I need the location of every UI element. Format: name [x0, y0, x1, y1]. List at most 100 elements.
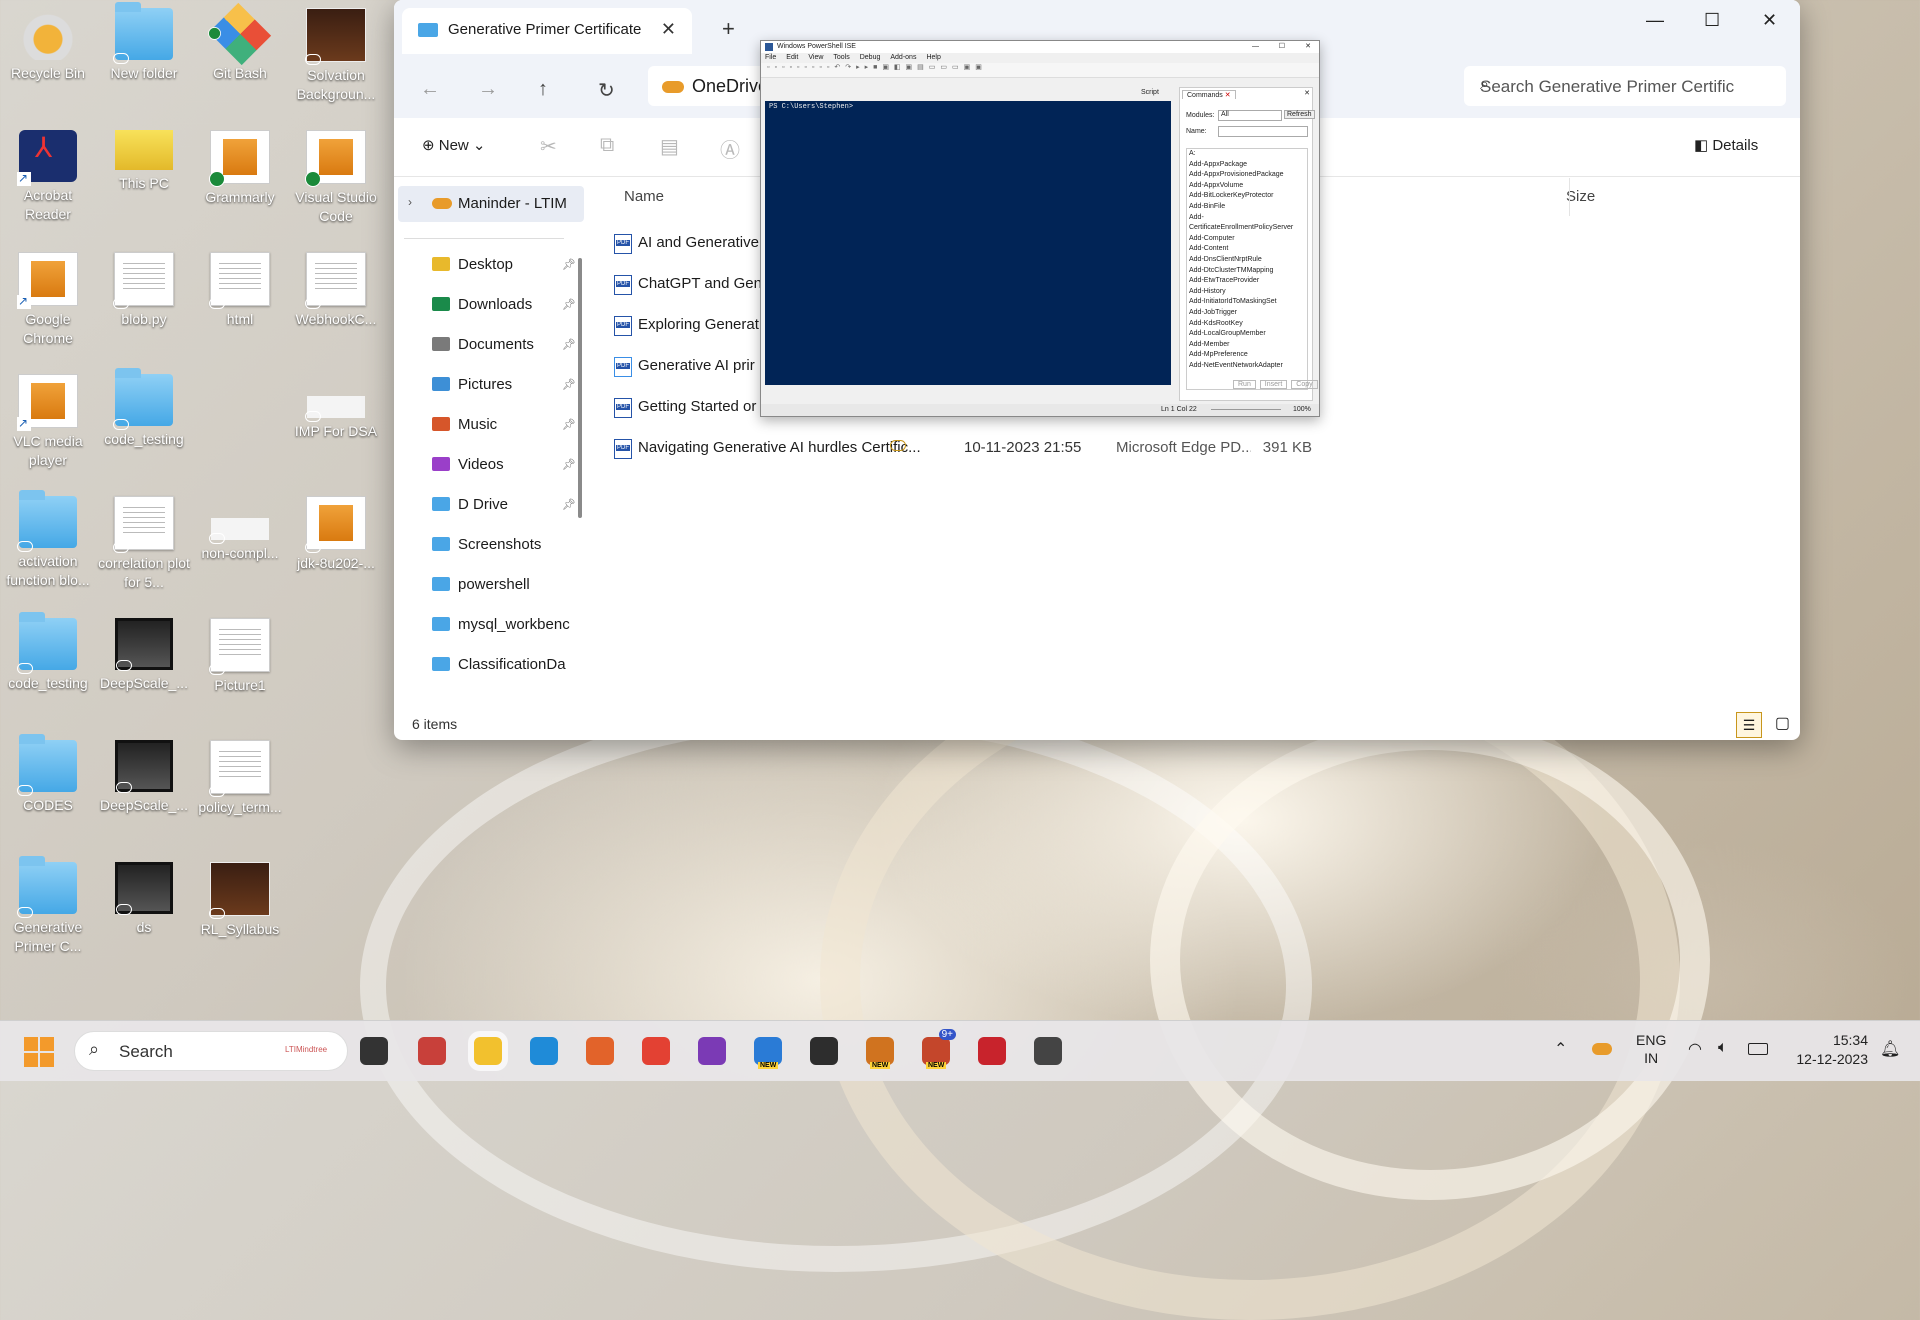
desktop-icon[interactable]: activation function blo...: [0, 490, 96, 590]
sidebar-item-onedrive[interactable]: › Maninder - LTIM: [398, 186, 584, 222]
store-icon[interactable]: [586, 1037, 614, 1065]
volume-icon[interactable]: 🔈︎: [1718, 1039, 1728, 1099]
new-tab-button[interactable]: +: [722, 16, 735, 42]
desktop-icon[interactable]: code_testing: [96, 368, 192, 449]
forward-arrow-icon[interactable]: →: [478, 78, 498, 101]
sidebar-item-desktop[interactable]: Desktop 📌︎: [432, 256, 582, 288]
address-bar[interactable]: OneDrive: [648, 66, 768, 106]
desktop-icon[interactable]: WebhookC...: [288, 248, 384, 329]
ise-toolbar-icons[interactable]: ▫▫▫▫▫▫▫▫▫↶↷▸▸■▣◧▣▤▭▭▭▣▣: [767, 64, 987, 71]
zoom-slider[interactable]: [1211, 409, 1281, 410]
ise-menu-view[interactable]: View: [808, 54, 823, 61]
close-tab-icon[interactable]: ✕: [661, 19, 676, 40]
notification-bell-icon[interactable]: 🔔︎: [1880, 1039, 1900, 1099]
ise-menu-edit[interactable]: Edit: [786, 54, 798, 61]
desktop-icon[interactable]: code_testing: [0, 612, 96, 693]
close-commands-icon[interactable]: ✕: [1225, 92, 1231, 99]
start-button[interactable]: [24, 1037, 54, 1067]
teams-icon[interactable]: 9+ NEW: [922, 1029, 956, 1069]
desktop-icon[interactable]: Picture1: [192, 614, 288, 695]
minimize-button[interactable]: —: [1646, 10, 1664, 31]
acrobat-icon[interactable]: [978, 1037, 1006, 1065]
list-item[interactable]: Add-BinFile: [1189, 202, 1307, 213]
list-item[interactable]: Add-Computer: [1189, 234, 1307, 245]
commands-tab[interactable]: Commands ✕: [1182, 90, 1236, 99]
edge-icon[interactable]: [530, 1037, 558, 1065]
desktop-icon[interactable]: DeepScale_...: [96, 614, 192, 693]
file-explorer-icon[interactable]: [468, 1031, 508, 1071]
desktop-icon[interactable]: ds: [96, 858, 192, 937]
name-input[interactable]: [1218, 126, 1308, 137]
up-arrow-icon[interactable]: ↑: [538, 78, 548, 101]
ise-menu-debug[interactable]: Debug: [860, 54, 881, 61]
new-button[interactable]: ⊕ New ⌄: [422, 136, 486, 154]
close-pane-icon[interactable]: ✕: [1304, 89, 1310, 97]
ise-maximize-button[interactable]: ☐: [1279, 41, 1285, 53]
sidebar-item-mysql-workbenc[interactable]: mysql_workbenc: [432, 616, 582, 648]
clock[interactable]: 15:34 12-12-2023: [1786, 1031, 1868, 1091]
refresh-icon[interactable]: ↻: [598, 78, 615, 103]
desktop-icon[interactable]: jdk-8u202-...: [288, 492, 384, 573]
teams-meet-icon[interactable]: [418, 1037, 446, 1065]
chevron-right-icon[interactable]: ›: [408, 195, 412, 209]
desktop-icon[interactable]: IMP For DSA: [288, 370, 384, 441]
modules-select[interactable]: All: [1218, 110, 1282, 121]
details-view-icon[interactable]: ☰: [1736, 712, 1762, 738]
onenote-icon[interactable]: [698, 1037, 726, 1065]
list-item[interactable]: Add-LocalGroupMember: [1189, 329, 1307, 340]
rename-icon[interactable]: Ⓐ: [720, 134, 740, 163]
outlook-icon[interactable]: NEW: [866, 1037, 894, 1069]
taskbar-search[interactable]: ⌕ Search LTIMindtree: [74, 1031, 348, 1071]
back-arrow-icon[interactable]: ←: [420, 78, 440, 101]
list-item[interactable]: Add-History: [1189, 287, 1307, 298]
list-item[interactable]: Add-KdsRootKey: [1189, 319, 1307, 330]
ise-menu-file[interactable]: File: [765, 54, 776, 61]
script-toggle[interactable]: Script: [1141, 89, 1159, 96]
paste-icon[interactable]: ▤: [660, 134, 679, 159]
onedrive-tray-icon[interactable]: [1592, 1043, 1612, 1055]
sidebar-item-music[interactable]: Music 📌︎: [432, 416, 582, 448]
desktop-icon[interactable]: Google Chrome: [0, 248, 96, 348]
close-button[interactable]: ✕: [1762, 10, 1777, 31]
column-header-name[interactable]: Name: [624, 188, 664, 205]
insert-button[interactable]: Insert: [1259, 380, 1288, 389]
desktop-icon[interactable]: Grammarly: [192, 126, 288, 207]
desktop-icon[interactable]: VLC media player: [0, 370, 96, 470]
chrome-icon[interactable]: [642, 1037, 670, 1065]
list-item[interactable]: Add-InitiatorIdToMaskingSet: [1189, 297, 1307, 308]
list-item[interactable]: Add-MpPreference: [1189, 350, 1307, 361]
copy-button[interactable]: Copy: [1291, 380, 1318, 389]
desktop-icon[interactable]: Git Bash: [192, 2, 288, 83]
battery-icon[interactable]: [1748, 1043, 1768, 1055]
commands-list[interactable]: A: Add-AppxPackage Add-AppxProvisionedPac…: [1186, 148, 1308, 390]
desktop-icon[interactable]: html: [192, 248, 288, 329]
scrollbar[interactable]: [578, 258, 582, 518]
tab-generative-primer[interactable]: Generative Primer Certificate ✕: [402, 8, 692, 54]
list-item[interactable]: Add-AppxProvisionedPackage: [1189, 170, 1307, 181]
ise-minimize-button[interactable]: —: [1252, 41, 1259, 53]
sidebar-item-powershell[interactable]: powershell: [432, 576, 582, 608]
desktop-icon[interactable]: blob.py: [96, 248, 192, 329]
list-item[interactable]: Add-DtcClusterTMMapping: [1189, 266, 1307, 277]
list-item[interactable]: Add-CertificateEnrollmentPolicyServer: [1189, 213, 1307, 234]
task-view-icon[interactable]: [360, 1037, 388, 1065]
desktop-icon[interactable]: policy_term...: [192, 736, 288, 817]
desktop-icon[interactable]: Generative Primer C...: [0, 856, 96, 956]
list-item[interactable]: Add-Content: [1189, 244, 1307, 255]
desktop-icon[interactable]: Visual Studio Code: [288, 126, 384, 226]
sidebar-item-downloads[interactable]: Downloads 📌︎: [432, 296, 582, 328]
ise-menu-tools[interactable]: Tools: [833, 54, 849, 61]
cut-icon[interactable]: ✂: [540, 134, 557, 159]
sidebar-item-classificationda[interactable]: ClassificationDa: [432, 656, 582, 688]
ise-console-pane[interactable]: PS C:\Users\Stephen>: [765, 101, 1171, 385]
desktop-icon[interactable]: This PC: [96, 126, 192, 193]
table-row[interactable]: Navigating Generative AI hurdles Certifi…: [590, 431, 1800, 465]
sidebar-item-screenshots[interactable]: Screenshots: [432, 536, 582, 568]
list-item[interactable]: Add-AppxVolume: [1189, 181, 1307, 192]
sidebar-item-videos[interactable]: Videos 📌︎: [432, 456, 582, 488]
list-item[interactable]: Add-Member: [1189, 340, 1307, 351]
list-item[interactable]: Add-NetEventNetworkAdapter: [1189, 361, 1307, 372]
desktop-icon[interactable]: Recycle Bin: [0, 4, 96, 83]
list-item[interactable]: Add-JobTrigger: [1189, 308, 1307, 319]
terminal-icon[interactable]: [810, 1037, 838, 1065]
